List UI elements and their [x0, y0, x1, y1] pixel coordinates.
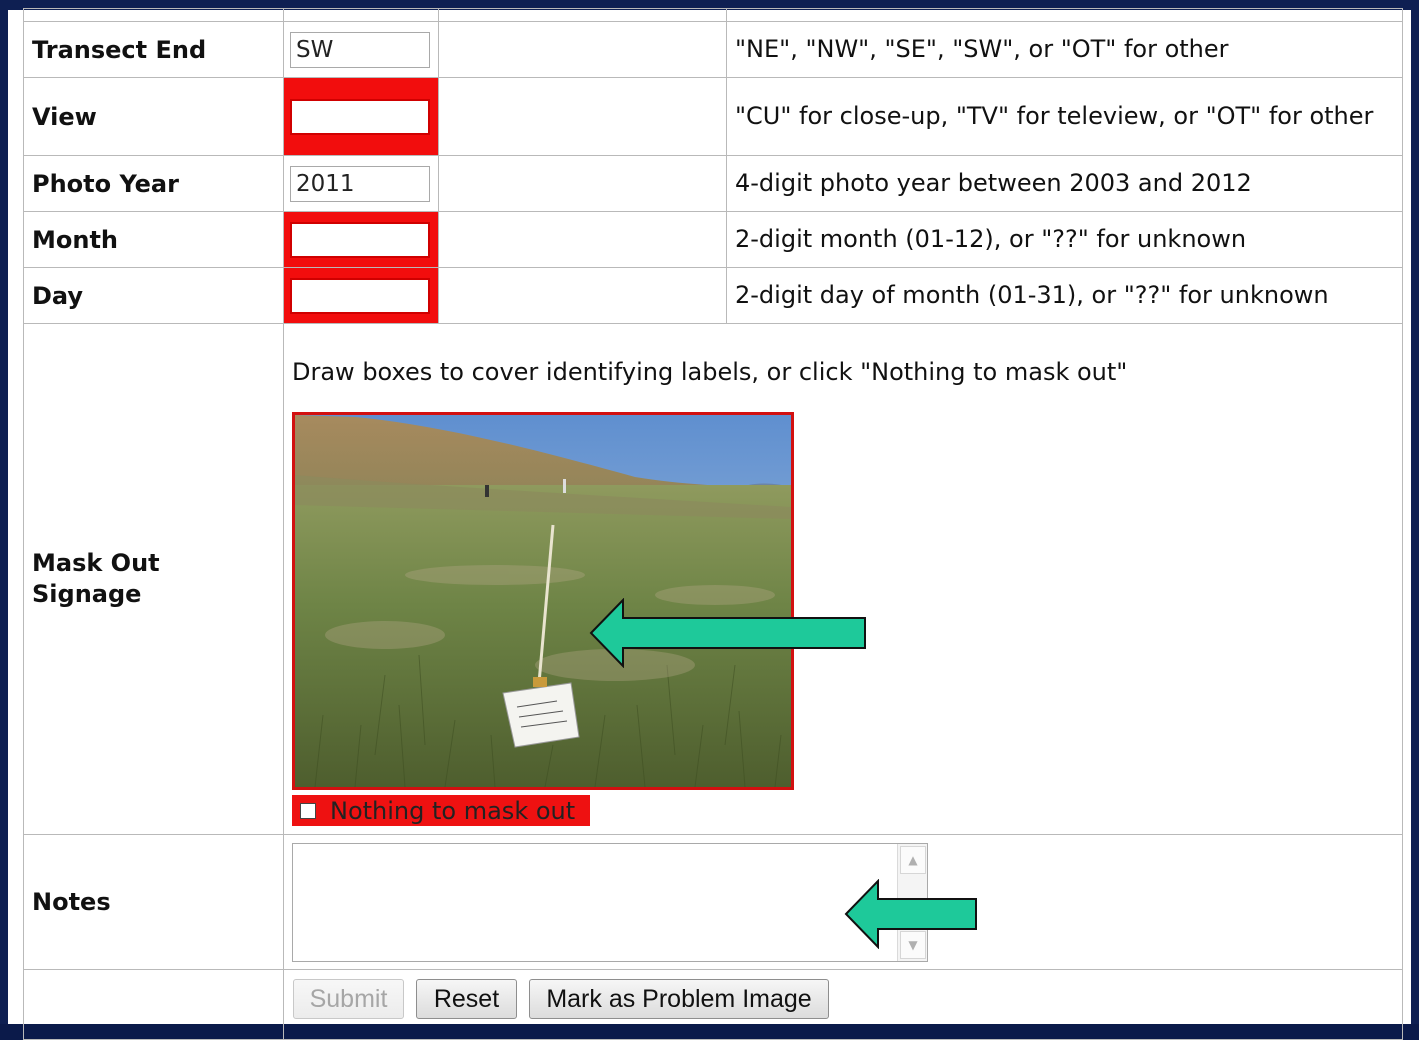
transect-end-label: Transect End	[23, 21, 284, 78]
photo-year-input[interactable]	[290, 165, 430, 202]
day-cell-error	[283, 267, 439, 324]
submit-button[interactable]: Submit	[293, 979, 404, 1019]
view-cell-error	[283, 77, 439, 156]
window-frame-left	[0, 0, 8, 1024]
notes-label: Notes	[23, 834, 284, 970]
month-hint: 2-digit month (01-12), or "??" for unkno…	[726, 211, 1403, 268]
table-row-photo-year: Photo Year 4-digit photo year between 20…	[23, 155, 1403, 212]
table-row-month: Month 2-digit month (01-12), or "??" for…	[23, 211, 1403, 268]
transect-end-cell	[283, 21, 439, 78]
table-row-notes: Notes ▲ ▼	[23, 834, 1403, 970]
month-cell-error	[283, 211, 439, 268]
transect-end-input[interactable]	[290, 31, 430, 68]
buttons-cell: Submit Reset Mark as Problem Image	[283, 969, 1403, 1040]
nothing-to-mask-option[interactable]: Nothing to mask out	[292, 795, 590, 826]
reset-button[interactable]: Reset	[416, 979, 517, 1019]
photo-year-hint: 4-digit photo year between 2003 and 2012	[726, 155, 1403, 212]
notes-cell: ▲ ▼	[283, 834, 1403, 970]
annotation-form-table: Transect End "NE", "NW", "SE", "SW", or …	[23, 8, 1403, 1040]
month-input[interactable]	[290, 221, 430, 258]
table-row-day: Day 2-digit day of month (01-31), or "??…	[23, 267, 1403, 324]
day-label: Day	[23, 267, 284, 324]
table-row-view: View "CU" for close-up, "TV" for televie…	[23, 77, 1403, 156]
window-frame-right	[1411, 0, 1419, 1024]
view-input[interactable]	[290, 98, 430, 135]
day-input[interactable]	[290, 277, 430, 314]
photo-year-cell	[283, 155, 439, 212]
view-label: View	[23, 77, 284, 156]
green-arrow-icon	[589, 598, 866, 668]
mask-out-label: Mask Out Signage	[32, 549, 160, 608]
transect-end-hint: "NE", "NW", "SE", "SW", or "OT" for othe…	[726, 21, 1403, 78]
day-hint: 2-digit day of month (01-31), or "??" fo…	[726, 267, 1403, 324]
mask-instruction: Draw boxes to cover identifying labels, …	[292, 358, 1128, 386]
table-row-buttons: Submit Reset Mark as Problem Image	[23, 969, 1403, 1040]
nothing-to-mask-checkbox[interactable]	[300, 802, 316, 819]
table-row-transect-end: Transect End "NE", "NW", "SE", "SW", or …	[23, 21, 1403, 78]
green-arrow-icon	[844, 879, 977, 949]
nothing-to-mask-label: Nothing to mask out	[330, 796, 576, 825]
photo-year-label: Photo Year	[23, 155, 284, 212]
view-hint: "CU" for close-up, "TV" for teleview, or…	[726, 77, 1403, 156]
table-row-mask-out: Mask Out Signage Draw boxes to cover ide…	[23, 323, 1403, 835]
table-row-partial	[23, 8, 1403, 22]
notes-textarea[interactable]: ▲ ▼	[292, 843, 928, 962]
scroll-up-icon[interactable]: ▲	[900, 846, 926, 874]
month-label: Month	[23, 211, 284, 268]
mark-problem-button[interactable]: Mark as Problem Image	[529, 979, 829, 1019]
mask-out-cell: Draw boxes to cover identifying labels, …	[283, 323, 1403, 835]
form-page: Transect End "NE", "NW", "SE", "SW", or …	[8, 8, 1411, 1040]
